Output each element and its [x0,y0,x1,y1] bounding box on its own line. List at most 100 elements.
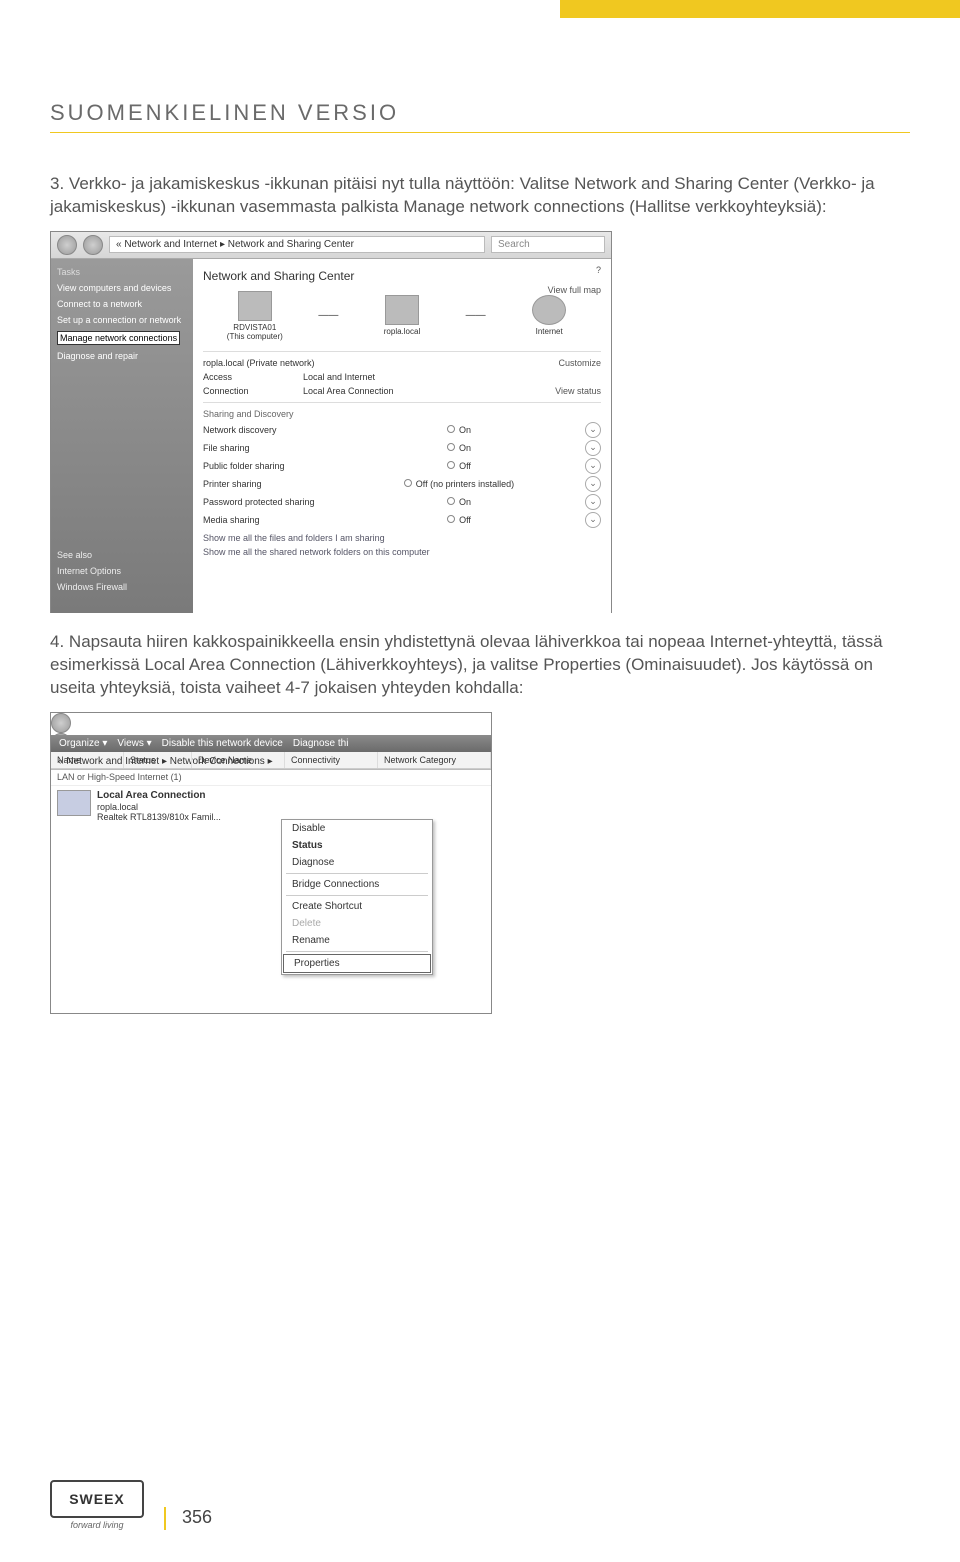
col-status[interactable]: Status [124,752,192,768]
panel-title: Network and Sharing Center [203,269,601,283]
row-value: Local and Internet [303,372,541,382]
chevron-down-icon[interactable]: ⌄ [585,512,601,528]
page-number: 356 [164,1507,212,1530]
logo-block: SWEEX forward living [50,1480,144,1530]
share-row: Password protected sharing On ⌄ [203,493,601,511]
back-button[interactable] [57,235,77,255]
show-folders-link[interactable]: Show me all the shared network folders o… [203,547,601,557]
row-label: Connection [203,386,303,396]
share-row: Printer sharing Off (no printers installe… [203,475,601,493]
customize-link[interactable]: Customize [541,358,601,368]
chevron-down-icon[interactable]: ⌄ [585,476,601,492]
sweex-logo: SWEEX [50,1480,144,1518]
col-category[interactable]: Network Category [378,752,491,768]
share-label: Password protected sharing [203,497,333,507]
paragraph-3-text: Verkko- ja jakamiskeskus -ikkunan pitäis… [50,174,875,216]
share-label: File sharing [203,443,333,453]
col-device[interactable]: Device Name [192,752,285,768]
sidebar-item-manage-connections[interactable]: Manage network connections [57,331,180,345]
node-label: ropla.local [362,327,442,336]
sidebar-item[interactable]: Diagnose and repair [57,351,187,361]
menu-status[interactable]: Status [282,837,432,854]
menu-diagnose[interactable]: Diagnose [282,854,432,871]
back-button[interactable] [51,713,71,733]
share-value: Off (no printers installed) [416,479,514,489]
access-row: Access Local and Internet [203,370,601,384]
column-headers: Name Status Device Name Connectivity Net… [51,752,491,769]
menu-disable[interactable]: Disable [282,820,432,837]
share-label: Public folder sharing [203,461,333,471]
paragraph-4: 4. Napsauta hiiren kakkospainikkeella en… [50,631,910,700]
connection-text: Local Area Connection ropla.local Realte… [97,790,221,824]
node-this-computer: RDVISTA01 (This computer) [215,291,295,341]
map-connector: —— [318,310,338,321]
organize-menu[interactable]: Organize ▾ [59,738,107,749]
share-label: Media sharing [203,515,333,525]
sidebar-seealso: See also Internet Options Windows Firewa… [57,550,127,598]
breadcrumb[interactable]: « Network and Internet ▸ Network and Sha… [109,236,485,253]
col-connectivity[interactable]: Connectivity [285,752,378,768]
menu-delete: Delete [282,915,432,932]
window-titlebar: « Network and Internet ▸ Network and Sha… [51,232,611,259]
group-header: LAN or High-Speed Internet (1) [51,769,491,786]
sharing-discovery-heading: Sharing and Discovery [203,409,601,419]
forward-button[interactable] [83,235,103,255]
node-label: Internet [509,327,589,336]
share-label: Network discovery [203,425,333,435]
connection-name: Local Area Connection [97,790,206,801]
chevron-down-icon[interactable]: ⌄ [585,440,601,456]
seealso-link[interactable]: Windows Firewall [57,582,127,592]
menu-properties[interactable]: Properties [283,954,431,973]
disable-device-button[interactable]: Disable this network device [162,738,283,749]
menu-bridge[interactable]: Bridge Connections [282,876,432,893]
node-label: RDVISTA01 [215,323,295,332]
network-name: ropla.local (Private network) [203,358,541,368]
chevron-down-icon[interactable]: ⌄ [585,494,601,510]
network-map: RDVISTA01 (This computer) —— ropla.local… [203,291,601,341]
computer-icon [238,291,272,321]
list-number: 4. [50,632,64,651]
network-icon [385,295,419,325]
view-status-link[interactable]: View status [541,386,601,396]
tasks-sidebar: Tasks View computers and devices Connect… [51,259,193,613]
map-connector: —— [466,310,486,321]
view-full-map-link[interactable]: View full map [548,285,601,295]
page-title: SUOMENKIELINEN VERSIO [50,100,910,133]
chevron-down-icon[interactable]: ⌄ [585,422,601,438]
views-menu[interactable]: Views ▾ [117,738,151,749]
main-panel: ? Network and Sharing Center View full m… [193,259,611,613]
chevron-down-icon[interactable]: ⌄ [585,458,601,474]
help-icon[interactable]: ? [596,265,601,275]
adapter-icon [57,790,91,816]
row-value: Local Area Connection [303,386,541,396]
share-label: Printer sharing [203,479,333,489]
menu-separator [286,895,428,896]
logo-tagline: forward living [50,1520,144,1530]
screenshot-network-connections: « Network and Internet ▸ Network Connect… [50,712,492,1015]
row-action [541,372,601,382]
globe-icon [532,295,566,325]
col-name[interactable]: Name [51,752,124,768]
menu-separator [286,951,428,952]
share-value: On [459,497,471,507]
search-input[interactable]: Search [491,236,605,253]
diagnose-button[interactable]: Diagnose thi [293,738,349,749]
sidebar-item[interactable]: Connect to a network [57,299,187,309]
sidebar-item[interactable]: Set up a connection or network [57,315,187,325]
node-sublabel: (This computer) [215,332,295,341]
show-files-link[interactable]: Show me all the files and folders I am s… [203,533,601,543]
share-value: On [459,425,471,435]
sidebar-item[interactable]: View computers and devices [57,283,187,293]
page-footer: SWEEX forward living 356 [50,1480,212,1530]
sidebar-heading: Tasks [57,267,187,277]
breadcrumb-text: « Network and Internet ▸ Network and Sha… [116,239,354,250]
screenshot-network-sharing-center: « Network and Internet ▸ Network and Sha… [50,231,612,613]
menu-rename[interactable]: Rename [282,932,432,949]
seealso-link[interactable]: Internet Options [57,566,127,576]
seealso-heading: See also [57,550,127,560]
connection-domain: ropla.local [97,802,138,812]
connection-device: Realtek RTL8139/810x Famil... [97,812,221,822]
menu-shortcut[interactable]: Create Shortcut [282,898,432,915]
paragraph-4-text: Napsauta hiiren kakkospainikkeella ensin… [50,632,883,697]
context-menu: Disable Status Diagnose Bridge Connectio… [281,819,433,975]
